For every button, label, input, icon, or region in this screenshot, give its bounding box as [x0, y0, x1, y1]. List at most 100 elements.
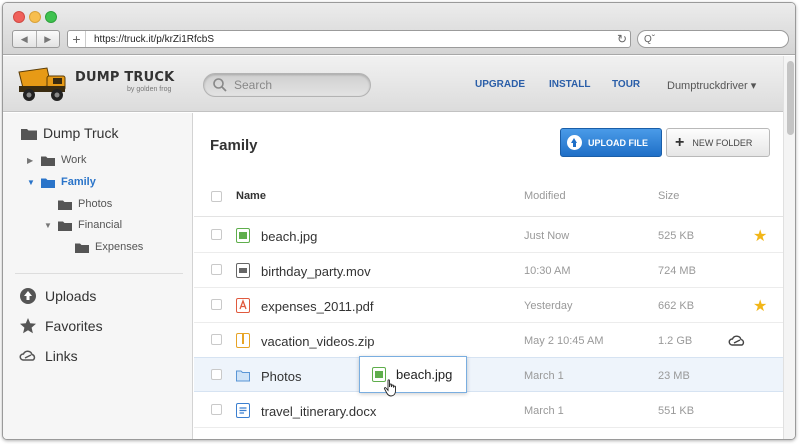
- logo-text[interactable]: DUMP TRUCK: [75, 70, 174, 85]
- dump-truck-logo-icon[interactable]: [17, 66, 69, 102]
- chevron-down-icon[interactable]: ▼: [27, 178, 37, 187]
- folder-icon: [21, 128, 37, 140]
- file-size: 724 MB: [658, 265, 696, 277]
- file-modified: 10:30 AM: [524, 265, 571, 277]
- table-row-selected[interactable]: Photos March 1 23 MB: [194, 357, 783, 392]
- file-size: 23 MB: [658, 370, 690, 382]
- favorite-star-icon[interactable]: ★: [753, 226, 767, 246]
- pdf-file-icon: [236, 298, 250, 313]
- sidebar-item-label: Expenses: [95, 241, 144, 253]
- folder-icon: [75, 243, 89, 253]
- row-checkbox[interactable]: [211, 299, 222, 310]
- sidebar-item-label: Financial: [78, 219, 123, 231]
- row-checkbox[interactable]: [211, 229, 222, 240]
- row-checkbox[interactable]: [211, 334, 222, 345]
- install-link[interactable]: INSTALL: [549, 79, 590, 90]
- back-arrow-icon[interactable]: ◀: [13, 31, 37, 47]
- sidebar-link-label: Uploads: [45, 288, 97, 304]
- minimize-window-button[interactable]: [29, 11, 41, 23]
- column-size[interactable]: Size: [658, 190, 679, 202]
- shared-link-icon[interactable]: [728, 333, 746, 347]
- add-bookmark-icon[interactable]: +: [68, 31, 86, 47]
- file-name[interactable]: birthday_party.mov: [261, 264, 371, 279]
- file-name[interactable]: expenses_2011.pdf: [261, 299, 374, 314]
- table-row[interactable]: expenses_2011.pdf Yesterday 662 KB ★: [194, 288, 783, 323]
- sidebar-item-favorites[interactable]: Favorites: [19, 317, 103, 335]
- chevron-down-icon[interactable]: ▼: [44, 221, 54, 230]
- star-icon: [20, 318, 36, 334]
- row-checkbox[interactable]: [211, 404, 222, 415]
- back-forward-buttons: ◀ ▶: [12, 30, 60, 48]
- file-name[interactable]: Photos: [261, 369, 301, 384]
- address-bar[interactable]: + https://truck.it/p/krZi1RfcbS ↻: [67, 30, 631, 48]
- sidebar-root-label: Dump Truck: [43, 125, 119, 141]
- plus-icon: +: [675, 133, 685, 151]
- file-size: 662 KB: [658, 300, 695, 312]
- table-row[interactable]: travel_itinerary.docx March 1 551 KB: [194, 393, 783, 428]
- sidebar-item-label: Family: [61, 176, 96, 188]
- image-file-icon: [236, 228, 250, 243]
- column-modified[interactable]: Modified: [524, 190, 566, 202]
- search-icon: [213, 78, 227, 92]
- select-all-checkbox[interactable]: [211, 191, 222, 202]
- table-row[interactable]: birthday_party.mov 10:30 AM 724 MB: [194, 253, 783, 288]
- upload-button-label: UPLOAD FILE: [588, 137, 648, 148]
- file-size: 551 KB: [658, 405, 695, 417]
- file-name[interactable]: beach.jpg: [261, 229, 317, 244]
- browser-toolbar: ◀ ▶ + https://truck.it/p/krZi1RfcbS ↻ Qˇ: [3, 3, 795, 55]
- file-size: 1.2 GB: [658, 335, 693, 347]
- app-header: DUMP TRUCK by golden frog Search UPGRADE…: [3, 56, 783, 112]
- file-name[interactable]: travel_itinerary.docx: [261, 404, 376, 419]
- browser-search-field[interactable]: Qˇ: [637, 30, 789, 48]
- table-row[interactable]: beach.jpg Just Now 525 KB ★: [194, 218, 783, 253]
- chevron-right-icon[interactable]: ▶: [27, 156, 37, 165]
- reload-icon[interactable]: ↻: [614, 32, 630, 46]
- browser-search-placeholder: Qˇ: [644, 33, 656, 45]
- column-name[interactable]: Name: [236, 190, 266, 202]
- address-url[interactable]: https://truck.it/p/krZi1RfcbS: [86, 34, 614, 45]
- sidebar-item-links[interactable]: Links: [19, 347, 78, 365]
- sidebar-link-label: Favorites: [45, 318, 103, 334]
- folder-icon: [58, 200, 72, 210]
- search-input[interactable]: Search: [203, 73, 371, 97]
- folder-icon: [236, 370, 250, 382]
- tour-link[interactable]: TOUR: [612, 79, 640, 90]
- sidebar-item-family[interactable]: ▼ Family: [27, 176, 96, 188]
- row-checkbox[interactable]: [211, 369, 222, 380]
- upload-file-button[interactable]: UPLOAD FILE: [560, 128, 662, 157]
- sidebar-divider: [15, 273, 183, 274]
- upgrade-link[interactable]: UPGRADE: [475, 79, 525, 90]
- file-name[interactable]: vacation_videos.zip: [261, 334, 374, 349]
- link-cloud-icon: [19, 350, 36, 361]
- close-window-button[interactable]: [13, 11, 25, 23]
- file-modified: Just Now: [524, 230, 570, 242]
- favorite-star-icon[interactable]: ★: [753, 296, 767, 316]
- hand-cursor-icon: [383, 379, 396, 397]
- table-header: Name Modified Size: [194, 177, 783, 217]
- drag-preview: beach.jpg: [359, 356, 467, 393]
- sidebar-item-photos[interactable]: Photos: [58, 198, 112, 210]
- user-menu[interactable]: Dumptruckdriver ▾: [667, 79, 756, 92]
- sidebar: Dump Truck ▶ Work ▼ Family Photos ▼ Fina…: [3, 113, 193, 439]
- file-browser: Family UPLOAD FILE + NEW FOLDER Name Mod…: [194, 113, 783, 439]
- new-folder-button[interactable]: + NEW FOLDER: [666, 128, 770, 157]
- table-row[interactable]: vacation_videos.zip May 2 10:45 AM 1.2 G…: [194, 323, 783, 358]
- folder-icon: [58, 221, 72, 231]
- file-modified: Yesterday: [524, 300, 573, 312]
- upload-icon: [567, 135, 582, 150]
- forward-arrow-icon[interactable]: ▶: [37, 31, 60, 47]
- sidebar-root-dump-truck[interactable]: Dump Truck: [21, 125, 118, 141]
- sidebar-link-label: Links: [45, 348, 78, 364]
- scrollbar-thumb[interactable]: [787, 61, 794, 135]
- sidebar-item-work[interactable]: ▶ Work: [27, 154, 86, 166]
- maximize-window-button[interactable]: [45, 11, 57, 23]
- drag-preview-label: beach.jpg: [396, 367, 453, 382]
- doc-file-icon: [236, 403, 250, 418]
- sidebar-item-financial[interactable]: ▼ Financial: [44, 219, 122, 231]
- page-title: Family: [210, 137, 258, 154]
- sidebar-item-uploads[interactable]: Uploads: [19, 287, 96, 305]
- sidebar-item-expenses[interactable]: Expenses: [75, 241, 143, 253]
- row-checkbox[interactable]: [211, 264, 222, 275]
- video-file-icon: [236, 263, 250, 278]
- file-modified: May 2 10:45 AM: [524, 335, 604, 347]
